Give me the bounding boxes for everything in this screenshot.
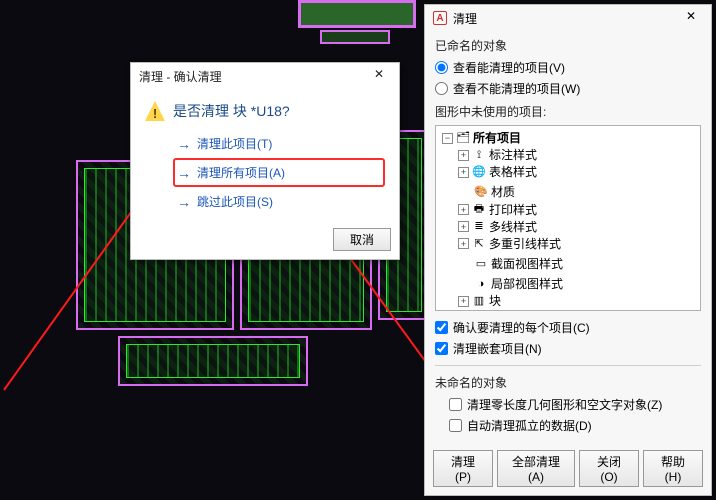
radio-input[interactable]: [435, 82, 448, 95]
checkbox-label: 确认要清理的每个项目(C): [453, 319, 590, 336]
checkbox-input[interactable]: [449, 419, 462, 432]
expand-icon[interactable]: +: [458, 238, 469, 249]
option-purge-this[interactable]: → 清理此项目(T): [173, 129, 385, 158]
arrow-right-icon: →: [177, 194, 191, 210]
unnamed-objects-header: 未命名的对象: [435, 374, 701, 391]
option-label: 跳过此项目(S): [197, 193, 273, 210]
tree-item[interactable]: +🌐表格样式: [458, 164, 537, 180]
tree-item[interactable]: +⟟标注样式: [458, 147, 537, 163]
expand-icon[interactable]: +: [458, 204, 469, 215]
printer-icon: 🖶: [472, 204, 486, 216]
tree-item-label: 多线样式: [489, 219, 537, 235]
app-icon: A: [433, 11, 447, 25]
section-icon: ▭: [474, 258, 488, 270]
block-icon: ▥: [472, 295, 486, 307]
dialog-title: 清理 - 确认清理: [139, 68, 222, 85]
radio-view-nonpurgeable[interactable]: 查看不能清理的项目(W): [435, 78, 701, 99]
purge-all-button[interactable]: 全部清理(A): [497, 450, 575, 487]
confirm-purge-dialog: 清理 - 确认清理 ✕ ! 是否清理 块 *U18? → 清理此项目(T) → …: [130, 62, 400, 260]
tree-header: 图形中未使用的项目:: [435, 103, 701, 120]
tree-item-label: 截面视图样式: [491, 256, 563, 272]
purge-button[interactable]: 清理(P): [433, 450, 493, 487]
tree-item-label: 块: [489, 293, 501, 309]
cad-element: [320, 30, 390, 44]
tree-item-label: 表格样式: [489, 164, 537, 180]
tree-item[interactable]: +▥块: [458, 293, 501, 309]
tree-item[interactable]: ▭截面视图样式: [458, 256, 563, 272]
check-zero-length[interactable]: 清理零长度几何图形和空文字对象(Z): [449, 394, 701, 415]
option-purge-all[interactable]: → 清理所有项目(A): [173, 158, 385, 187]
tree-item[interactable]: +≣多线样式: [458, 219, 537, 235]
tree-item-label: 标注样式: [489, 147, 537, 163]
option-skip[interactable]: → 跳过此项目(S): [173, 187, 385, 216]
dialog-titlebar: A 清理 ✕: [425, 5, 711, 31]
checkbox-input[interactable]: [435, 342, 448, 355]
tree-item[interactable]: ◑局部视图样式: [458, 276, 563, 292]
leader-icon: ⇱: [472, 238, 486, 250]
check-confirm-each[interactable]: 确认要清理的每个项目(C): [435, 317, 701, 338]
folder-icon: 🗂: [456, 132, 470, 144]
named-objects-header: 已命名的对象: [435, 37, 701, 54]
radio-label: 查看不能清理的项目(W): [453, 80, 580, 97]
tree-item-label: 多重引线样式: [489, 236, 561, 252]
cad-block: [118, 336, 308, 386]
lines-icon: ≣: [472, 221, 486, 233]
checkbox-label: 清理零长度几何图形和空文字对象(Z): [467, 396, 662, 413]
close-icon[interactable]: ✕: [679, 9, 703, 27]
checkbox-input[interactable]: [435, 321, 448, 334]
confirm-question-row: ! 是否清理 块 *U18?: [145, 97, 385, 129]
dialog-title: 清理: [453, 10, 477, 27]
globe-icon: 🌐: [472, 166, 486, 178]
expand-icon[interactable]: +: [458, 296, 469, 307]
collapse-icon[interactable]: −: [442, 133, 453, 144]
radio-label: 查看能清理的项目(V): [453, 59, 565, 76]
tree-item[interactable]: 🎨材质: [458, 184, 515, 200]
checkbox-label: 自动清理孤立的数据(D): [467, 417, 592, 434]
confirm-question-text: 是否清理 块 *U18?: [173, 101, 290, 121]
tree-view[interactable]: − 🗂 所有项目 +⟟标注样式+🌐表格样式🎨材质+🖶打印样式+≣多线样式+⇱多重…: [435, 125, 701, 311]
tree-item-label: 局部视图样式: [491, 276, 563, 292]
option-label: 清理此项目(T): [197, 135, 272, 152]
checkbox-label: 清理嵌套项目(N): [453, 340, 542, 357]
dimstyle-icon: ⟟: [472, 149, 486, 161]
check-orphan-data[interactable]: 自动清理孤立的数据(D): [449, 415, 701, 436]
radio-input[interactable]: [435, 61, 448, 74]
check-nested[interactable]: 清理嵌套项目(N): [435, 338, 701, 359]
tree-item[interactable]: +◎视觉样式: [458, 310, 537, 311]
warning-icon: !: [145, 101, 165, 121]
close-icon[interactable]: ✕: [367, 67, 391, 85]
tree-item-label: 材质: [491, 184, 515, 200]
arrow-right-icon: →: [177, 136, 191, 152]
close-button[interactable]: 关闭(O): [579, 450, 639, 487]
expand-icon[interactable]: +: [458, 150, 469, 161]
cancel-button[interactable]: 取消: [333, 228, 391, 251]
tree-item[interactable]: +🖶打印样式: [458, 202, 537, 218]
tree-item-label: 打印样式: [489, 202, 537, 218]
expand-icon[interactable]: +: [458, 221, 469, 232]
cad-element: [298, 0, 416, 28]
tree-item[interactable]: +⇱多重引线样式: [458, 236, 561, 252]
radio-view-purgeable[interactable]: 查看能清理的项目(V): [435, 57, 701, 78]
tree-root[interactable]: − 🗂 所有项目: [442, 130, 521, 146]
purge-dialog: A 清理 ✕ 已命名的对象 查看能清理的项目(V) 查看不能清理的项目(W) 图…: [424, 4, 712, 496]
checkbox-input[interactable]: [449, 398, 462, 411]
help-button[interactable]: 帮助(H): [643, 450, 703, 487]
option-label: 清理所有项目(A): [197, 164, 285, 181]
tree-root-label: 所有项目: [473, 130, 521, 146]
dialog-titlebar: 清理 - 确认清理 ✕: [131, 63, 399, 89]
expand-icon[interactable]: +: [458, 167, 469, 178]
palette-icon: 🎨: [474, 186, 488, 198]
arrow-right-icon: →: [177, 165, 191, 181]
tree-item-label: 视觉样式: [489, 310, 537, 311]
detail-icon: ◑: [474, 278, 488, 290]
